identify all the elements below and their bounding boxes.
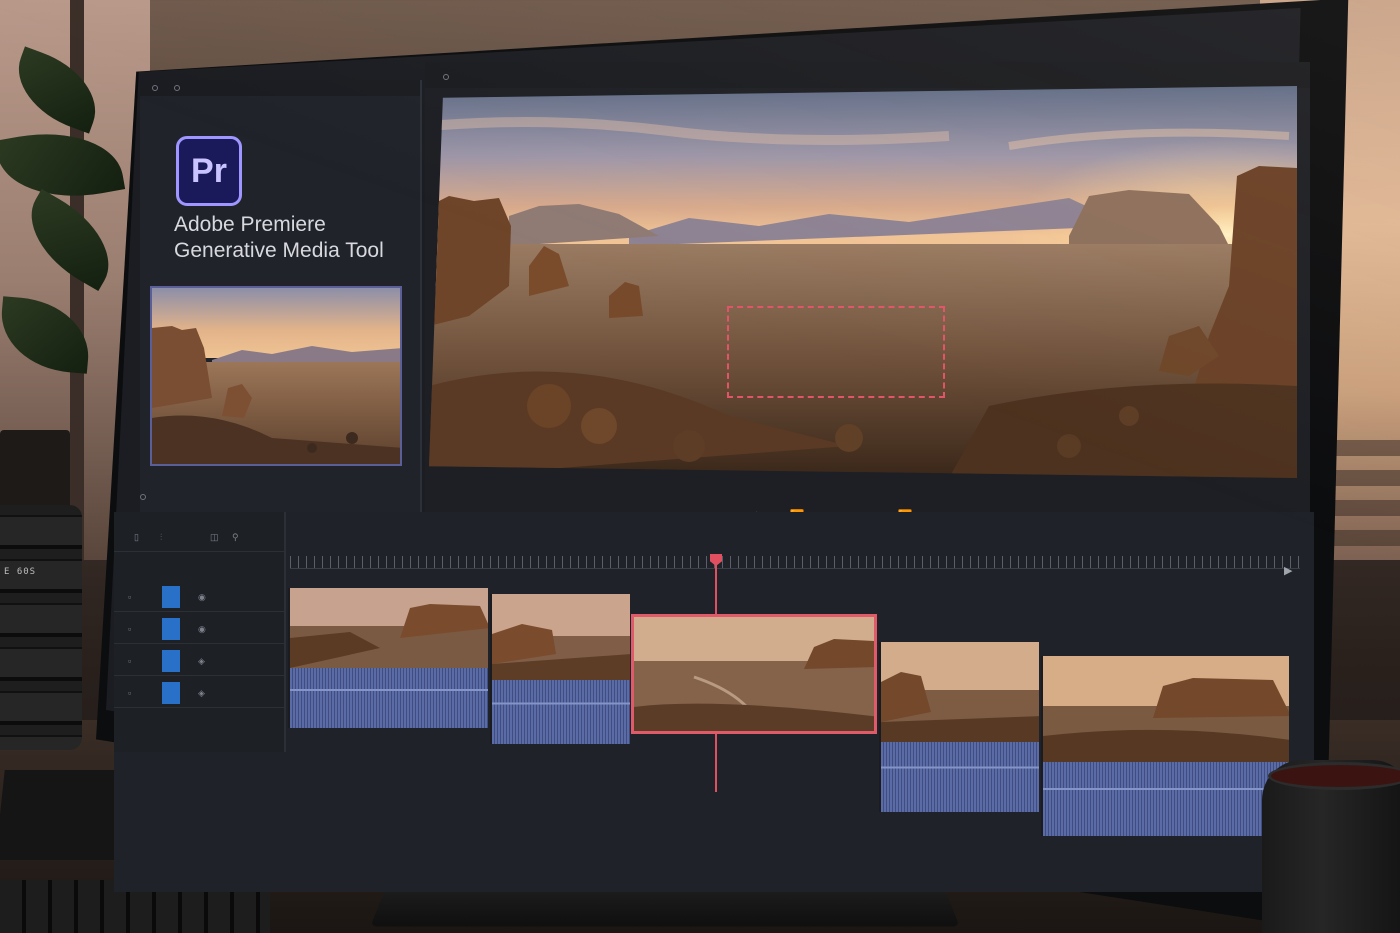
- program-monitor-header: [425, 62, 1310, 88]
- eye-icon[interactable]: ◉: [198, 624, 208, 634]
- wrench-icon[interactable]: ⚲: [232, 532, 242, 542]
- timeline-clip[interactable]: [288, 588, 488, 728]
- clip-thumbnail: [492, 594, 630, 680]
- solo-icon[interactable]: ◈: [198, 688, 208, 698]
- eye-icon[interactable]: ◉: [198, 592, 208, 602]
- track-header-v2: ▫ ◉: [114, 582, 286, 612]
- timeline-clip[interactable]: [1041, 656, 1289, 836]
- track-target[interactable]: [162, 682, 180, 704]
- panel-topbar: [140, 80, 420, 96]
- panel-menu-icon[interactable]: [152, 85, 158, 91]
- source-thumbnail-image: [152, 288, 400, 464]
- audio-waveform: [881, 742, 1039, 812]
- project-panel: Pr Adobe Premiere Generative Media Tool: [140, 80, 422, 520]
- lock-icon[interactable]: ▫: [128, 592, 138, 602]
- mute-icon[interactable]: ◈: [198, 656, 208, 666]
- track-header-a1: ▫ ◈: [114, 646, 286, 676]
- lens-label: E 60S: [4, 567, 37, 577]
- lock-icon[interactable]: ▫: [128, 656, 138, 666]
- audio-waveform: [1043, 762, 1289, 836]
- premiere-logo: Pr: [176, 136, 242, 206]
- timeline-play-icon[interactable]: ▶: [1284, 564, 1292, 577]
- snap-icon[interactable]: ▯: [134, 532, 144, 542]
- track-target[interactable]: [162, 618, 180, 640]
- source-clip-thumbnail[interactable]: [150, 286, 402, 466]
- panel-footer-icon[interactable]: [140, 494, 146, 500]
- audio-waveform: [290, 668, 488, 728]
- timeline-clip[interactable]: [879, 642, 1039, 812]
- track-header-v1: ▫ ◉: [114, 614, 286, 644]
- timeline-clip-selected[interactable]: [631, 614, 877, 734]
- lock-icon[interactable]: ▫: [128, 624, 138, 634]
- timeline-clip[interactable]: [490, 594, 630, 744]
- panel-settings-icon[interactable]: [174, 85, 180, 91]
- marker-icon[interactable]: ◫: [210, 532, 220, 542]
- coffee-mug: [1262, 760, 1400, 933]
- audio-waveform: [492, 680, 630, 744]
- clip-thumbnail: [1043, 656, 1289, 762]
- program-monitor: [425, 62, 1310, 520]
- track-header-toolbar: ▯ ⫶ ◫ ⚲: [114, 522, 286, 552]
- track-target[interactable]: [162, 586, 180, 608]
- track-target[interactable]: [162, 650, 180, 672]
- app-title-line2: Generative Media Tool: [174, 239, 384, 262]
- track-header-a2: ▫ ◈: [114, 678, 286, 708]
- lock-icon[interactable]: ▫: [128, 688, 138, 698]
- ruler-baseline: [290, 568, 1300, 569]
- camera-lens: E 60S: [0, 505, 82, 750]
- generative-selection-box[interactable]: [727, 306, 945, 398]
- app-title: Adobe Premiere Generative Media Tool: [174, 212, 384, 264]
- clip-thumbnail: [290, 588, 488, 668]
- program-frame-image: [429, 86, 1297, 478]
- clip-thumbnail: [881, 642, 1039, 742]
- program-frame[interactable]: [429, 86, 1297, 478]
- timeline-panel: ▯ ⫶ ◫ ⚲ ▫ ◉ ▫ ◉ ▫ ◈ ▫ ◈ ▶: [114, 512, 1314, 892]
- app-title-line1: Adobe Premiere: [174, 213, 326, 236]
- track-headers: ▯ ⫶ ◫ ⚲ ▫ ◉ ▫ ◉ ▫ ◈ ▫ ◈: [114, 512, 286, 752]
- monitor-menu-icon[interactable]: [443, 74, 449, 80]
- linked-icon[interactable]: ⫶: [160, 532, 170, 542]
- clip-thumbnail: [634, 617, 874, 731]
